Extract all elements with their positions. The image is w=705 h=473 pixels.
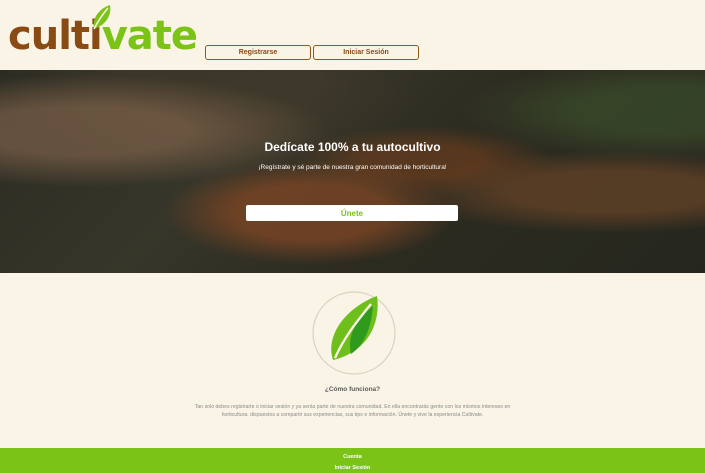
hero-banner: Dedícate 100% a tu autocultivo ¡Regístra… (0, 70, 705, 273)
join-button[interactable]: Únete (246, 205, 458, 221)
hero-overlay (0, 70, 705, 273)
site-header: cultivate Registrarse Iniciar Sesión (0, 0, 705, 70)
hero-subtitle: ¡Regístrate y sé parte de nuestra gran c… (258, 164, 447, 171)
footer-login-link[interactable]: Iniciar Sesión (0, 465, 705, 471)
login-button[interactable]: Iniciar Sesión (313, 45, 419, 60)
how-it-works-text: Tan solo debes registrarte o iniciar ses… (194, 404, 511, 418)
site-footer: Cuenta Iniciar Sesión (0, 448, 705, 473)
footer-account-link[interactable]: Cuenta (0, 454, 705, 460)
how-it-works-title: ¿Cómo funciona? (324, 386, 381, 393)
leaf-icon (93, 5, 111, 30)
hero-title: Dedícate 100% a tu autocultivo (264, 140, 441, 154)
register-button[interactable]: Registrarse (205, 45, 311, 60)
logo-text-vate: vate (101, 13, 198, 59)
leaf-icon (312, 291, 396, 375)
